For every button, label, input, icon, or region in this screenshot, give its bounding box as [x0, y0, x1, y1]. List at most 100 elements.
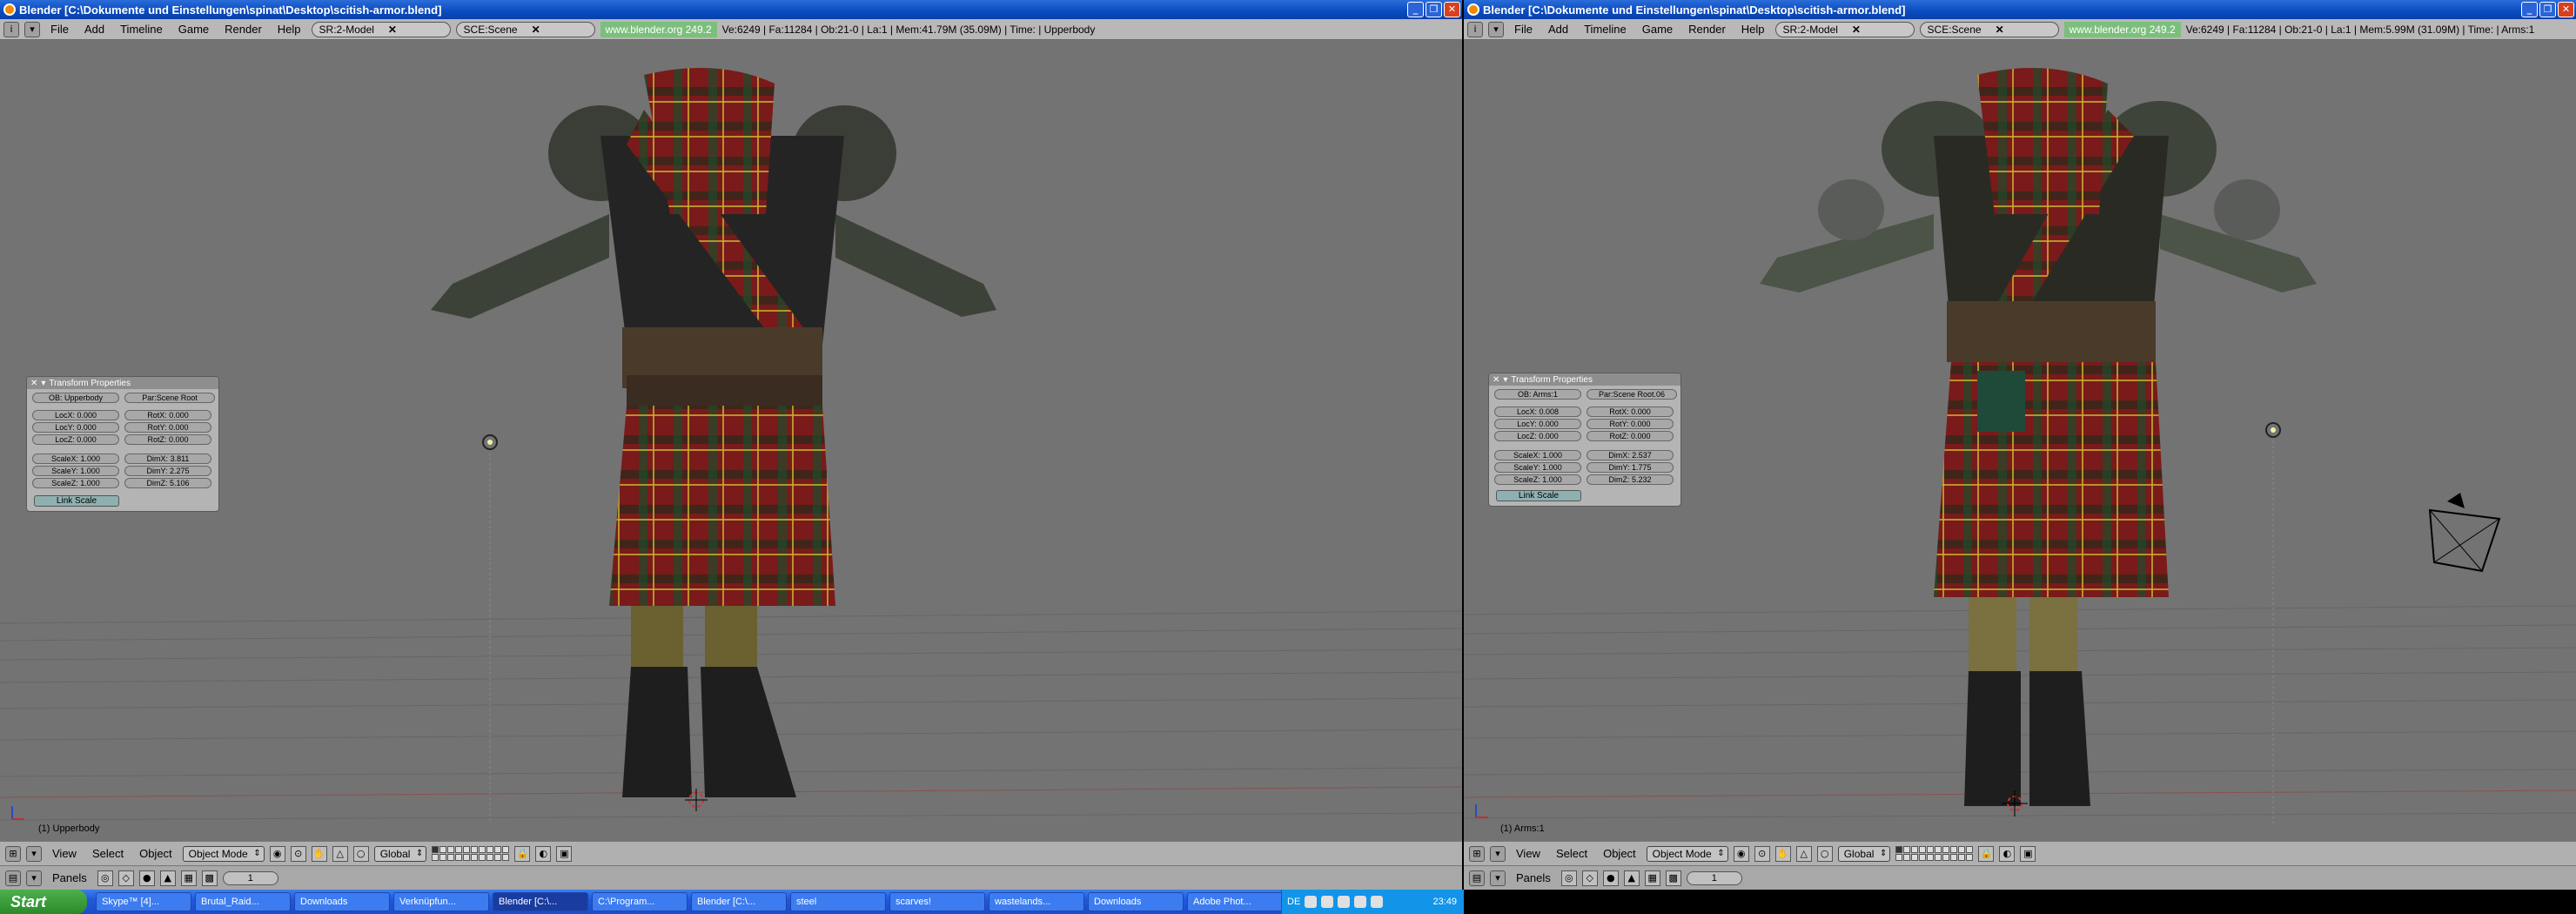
- tray-icon-5[interactable]: [1371, 896, 1384, 908]
- link-scale-button[interactable]: Link Scale: [1496, 490, 1581, 501]
- menu-timeline[interactable]: Timeline: [115, 23, 168, 36]
- collapse-menu-icon[interactable]: ▾: [1490, 870, 1506, 886]
- mode-dropdown[interactable]: Object Mode: [1646, 845, 1728, 862]
- task-downloads-2[interactable]: Downloads: [1088, 892, 1184, 911]
- transform-properties-panel[interactable]: ✕ ▾ Transform Properties OB: Upperbody P…: [26, 376, 219, 512]
- lock-icon[interactable]: 🔒: [514, 845, 531, 862]
- render-preview-icon[interactable]: ◐: [1999, 845, 2016, 862]
- scene-select[interactable]: SCE:Scene ✕: [1919, 21, 2059, 37]
- maximize-button[interactable]: ❐: [2539, 2, 2556, 17]
- task-blender-2[interactable]: Blender [C:\...: [691, 892, 787, 911]
- rotx-field[interactable]: RotX: 0.000: [1587, 407, 1674, 417]
- scene-icon[interactable]: ▩: [201, 870, 218, 886]
- lamp-object[interactable]: [2265, 422, 2281, 823]
- task-verknuepfung[interactable]: Verknüpfun...: [393, 892, 489, 911]
- title-bar[interactable]: Blender [C:\Dokumente und Einstellungen\…: [0, 0, 1462, 19]
- minimize-button[interactable]: _: [2521, 2, 2538, 17]
- locy-field[interactable]: LocY: 0.000: [32, 422, 119, 433]
- menu-file[interactable]: File: [1509, 23, 1538, 36]
- roty-field[interactable]: RotY: 0.000: [1587, 419, 1674, 429]
- menu-file[interactable]: File: [45, 23, 74, 36]
- task-scarves[interactable]: scarves!: [889, 892, 985, 911]
- task-blender-1[interactable]: Blender [C:\...: [493, 892, 588, 911]
- collapse-menu-icon[interactable]: ▾: [1490, 845, 1506, 862]
- menu-select[interactable]: Select: [87, 847, 129, 860]
- logic-icon[interactable]: ◎: [97, 870, 113, 886]
- rotate-icon[interactable]: ○: [1816, 845, 1833, 862]
- scalez-field[interactable]: ScaleZ: 1.000: [32, 478, 119, 488]
- menu-render[interactable]: Render: [1683, 23, 1731, 36]
- maximize-button[interactable]: ❐: [1426, 2, 1442, 17]
- logic-icon[interactable]: ◎: [1560, 870, 1577, 886]
- pivot-icon[interactable]: ⊙: [1754, 845, 1770, 862]
- pivot-icon[interactable]: ⊙: [290, 845, 306, 862]
- mode-dropdown[interactable]: Object Mode: [182, 845, 265, 862]
- menu-panels[interactable]: Panels: [47, 871, 92, 884]
- layer-buttons[interactable]: [432, 846, 510, 861]
- orientation-dropdown[interactable]: Global: [373, 845, 427, 862]
- scalex-field[interactable]: ScaleX: 1.000: [32, 454, 119, 464]
- tray-icon-3[interactable]: [1338, 896, 1351, 908]
- close-button[interactable]: ✕: [1444, 2, 1460, 17]
- blender-link[interactable]: www.blender.org 249.2: [600, 21, 717, 37]
- armor-model[interactable]: [1760, 68, 2317, 806]
- lamp-object[interactable]: [482, 434, 498, 823]
- panel-header[interactable]: ✕ ▾ Transform Properties: [1489, 373, 1680, 386]
- locy-field[interactable]: LocY: 0.000: [1494, 419, 1581, 429]
- language-indicator[interactable]: DE: [1287, 897, 1300, 907]
- shading-icon[interactable]: ●: [1602, 870, 1619, 886]
- dimz-field[interactable]: DimZ: 5.106: [124, 478, 211, 488]
- frame-field[interactable]: 1: [222, 870, 278, 885]
- menu-add[interactable]: Add: [79, 23, 110, 36]
- translate-icon[interactable]: △: [332, 845, 348, 862]
- snapshot-icon[interactable]: ▣: [2020, 845, 2036, 862]
- translate-icon[interactable]: △: [1795, 845, 1812, 862]
- menu-view[interactable]: View: [47, 847, 82, 860]
- delete-screen-icon[interactable]: ✕: [388, 23, 397, 37]
- object-name-field[interactable]: OB: Upperbody: [32, 393, 119, 403]
- screen-select[interactable]: SR:2-Model ✕: [1774, 21, 1915, 37]
- editor-type-icon[interactable]: i: [1467, 21, 1483, 37]
- render-preview-icon[interactable]: ◐: [535, 845, 552, 862]
- dimy-field[interactable]: DimY: 1.775: [1587, 462, 1674, 473]
- delete-scene-icon[interactable]: ✕: [1996, 23, 2004, 37]
- editor-type-icon[interactable]: ⊞: [1469, 845, 1485, 862]
- menu-game[interactable]: Game: [173, 23, 214, 36]
- transform-properties-panel[interactable]: ✕ ▾ Transform Properties OB: Arms:1 Par:…: [1488, 373, 1681, 507]
- manipulator-icon[interactable]: ✋: [311, 845, 327, 862]
- blender-link[interactable]: www.blender.org 249.2: [2063, 21, 2181, 37]
- editing-icon[interactable]: ▦: [1644, 870, 1660, 886]
- panel-collapse-icon[interactable]: ▾: [41, 379, 45, 388]
- tray-icon-1[interactable]: [1305, 896, 1318, 908]
- task-steel[interactable]: steel: [790, 892, 886, 911]
- editor-type-icon[interactable]: ▤: [1469, 870, 1485, 886]
- menu-select[interactable]: Select: [1551, 847, 1593, 860]
- locx-field[interactable]: LocX: 0.008: [1494, 407, 1581, 417]
- scaley-field[interactable]: ScaleY: 1.000: [32, 466, 119, 476]
- minimize-button[interactable]: _: [1407, 2, 1424, 17]
- object-name-field[interactable]: OB: Arms:1: [1494, 389, 1581, 400]
- menu-panels[interactable]: Panels: [1511, 871, 1556, 884]
- dimy-field[interactable]: DimY: 2.275: [124, 466, 211, 476]
- start-button[interactable]: Start: [0, 890, 87, 914]
- task-wastelands[interactable]: wastelands...: [989, 892, 1084, 911]
- menu-object[interactable]: Object: [134, 847, 178, 860]
- collapse-menu-icon[interactable]: ▾: [1488, 21, 1504, 37]
- screen-select[interactable]: SR:2-Model ✕: [311, 21, 451, 37]
- menu-game[interactable]: Game: [1637, 23, 1678, 36]
- collapse-menu-icon[interactable]: ▾: [26, 845, 42, 862]
- dimx-field[interactable]: DimX: 2.537: [1587, 450, 1674, 460]
- locz-field[interactable]: LocZ: 0.000: [1494, 431, 1581, 441]
- locz-field[interactable]: LocZ: 0.000: [32, 434, 119, 445]
- locx-field[interactable]: LocX: 0.000: [32, 410, 119, 420]
- parent-field[interactable]: Par:Scene Root: [124, 393, 215, 403]
- rotz-field[interactable]: RotZ: 0.000: [124, 434, 211, 445]
- tray-icon-4[interactable]: [1354, 896, 1367, 908]
- rotx-field[interactable]: RotX: 0.000: [124, 410, 211, 420]
- scalex-field[interactable]: ScaleX: 1.000: [1494, 450, 1581, 460]
- task-skype[interactable]: Skype™ [4]...: [96, 892, 191, 911]
- snapshot-icon[interactable]: ▣: [556, 845, 573, 862]
- editor-type-icon[interactable]: ▤: [5, 870, 21, 886]
- rotate-icon[interactable]: ○: [352, 845, 369, 862]
- panel-header[interactable]: ✕ ▾ Transform Properties: [27, 377, 218, 389]
